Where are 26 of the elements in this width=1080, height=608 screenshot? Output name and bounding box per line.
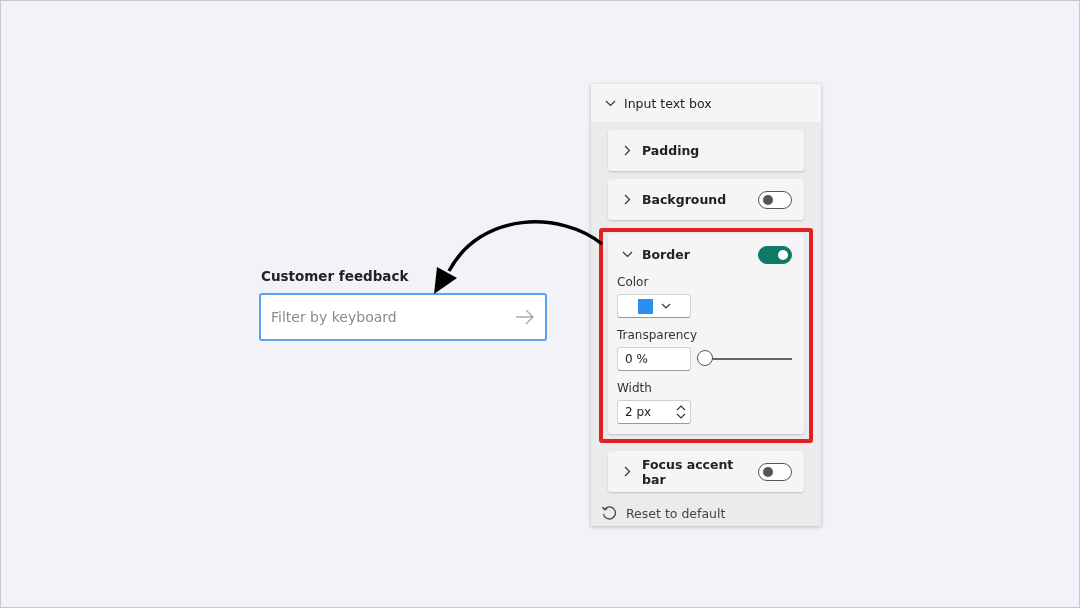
- chevron-icon[interactable]: [622, 194, 633, 205]
- panel-header[interactable]: Input text box: [591, 84, 821, 122]
- number-field[interactable]: 2 px: [617, 400, 691, 424]
- field-label: Width: [617, 381, 653, 395]
- section-title[interactable]: Background: [642, 192, 749, 207]
- spinner-icon[interactable]: [676, 404, 686, 420]
- section-title[interactable]: Border: [642, 247, 749, 262]
- section-title[interactable]: Focus accent bar: [642, 456, 749, 487]
- chevron-icon[interactable]: [622, 466, 633, 477]
- field-label: Transparency: [617, 328, 699, 342]
- slider-thumb[interactable]: [697, 350, 713, 366]
- field-label: Color: [617, 275, 650, 289]
- slider-track[interactable]: [697, 350, 792, 368]
- reset-button[interactable]: Reset to default: [601, 505, 726, 521]
- toggle-switch[interactable]: [758, 245, 792, 264]
- toggle-switch[interactable]: [758, 190, 792, 209]
- toggle-switch[interactable]: [758, 462, 792, 481]
- input-field[interactable]: Filter by keyboard: [259, 293, 547, 341]
- reset-icon: [601, 505, 617, 521]
- chevron-icon[interactable]: [622, 145, 633, 156]
- color-picker[interactable]: [617, 294, 691, 318]
- field-label: Customer feedback: [261, 268, 410, 284]
- text-field[interactable]: 0 %: [617, 347, 691, 371]
- chevron-down-icon: [660, 303, 671, 309]
- chevron-icon[interactable]: [622, 249, 633, 260]
- section-title[interactable]: Padding: [642, 143, 792, 158]
